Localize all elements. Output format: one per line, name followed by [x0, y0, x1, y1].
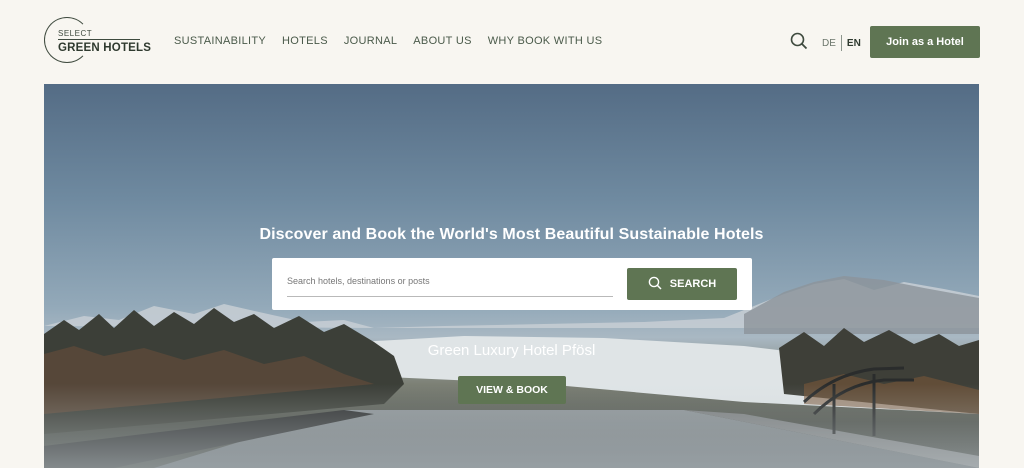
lang-en[interactable]: EN: [847, 38, 861, 49]
hero-banner: Discover and Book the World's Most Beaut…: [44, 84, 979, 468]
logo[interactable]: SELECT GREEN HOTELS: [44, 17, 151, 67]
lang-separator: [840, 35, 842, 51]
view-and-book-button[interactable]: VIEW & BOOK: [458, 376, 566, 404]
nav-journal[interactable]: JOURNAL: [344, 35, 397, 47]
search-icon: [648, 276, 662, 293]
search-icon[interactable]: [790, 32, 808, 50]
featured-hotel-name: Green Luxury Hotel Pfösl: [427, 342, 596, 359]
nav-hotels[interactable]: HOTELS: [282, 35, 328, 47]
search-button[interactable]: SEARCH: [627, 268, 737, 300]
logo-main-text: GREEN HOTELS: [58, 42, 152, 54]
nav-sustainability[interactable]: SUSTAINABILITY: [174, 35, 266, 47]
nav-why-book-with-us[interactable]: WHY BOOK WITH US: [488, 35, 603, 47]
hero-headline: Discover and Book the World's Most Beaut…: [259, 226, 764, 243]
logo-top-text: SELECT: [58, 29, 93, 38]
search-input[interactable]: [287, 266, 613, 297]
logo-divider: [58, 39, 140, 40]
hero-search-box: SEARCH: [272, 258, 752, 310]
lang-de[interactable]: DE: [822, 38, 836, 49]
search-button-label: SEARCH: [669, 278, 717, 290]
logo-circle: [44, 17, 90, 63]
language-switcher: DE EN: [822, 35, 861, 51]
main-nav: SUSTAINABILITY HOTELS JOURNAL ABOUT US W…: [174, 35, 602, 47]
nav-about-us[interactable]: ABOUT US: [413, 35, 471, 47]
join-as-hotel-button[interactable]: Join as a Hotel: [870, 26, 980, 58]
site-header: SELECT GREEN HOTELS SUSTAINABILITY HOTEL…: [0, 0, 1024, 84]
